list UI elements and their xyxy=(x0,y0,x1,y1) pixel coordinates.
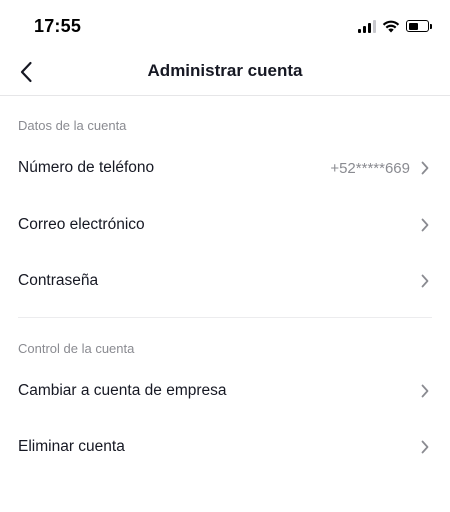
row-email[interactable]: Correo electrónico xyxy=(0,197,450,253)
chevron-right-icon xyxy=(421,218,429,232)
section-header-account-control: Control de la cuenta xyxy=(18,341,135,356)
section-header-account-data: Datos de la cuenta xyxy=(18,118,127,133)
status-time: 17:55 xyxy=(34,16,82,36)
row-phone-number[interactable]: Número de teléfono +52*****669 xyxy=(0,140,450,196)
chevron-right-icon xyxy=(421,440,429,454)
phone-number-value: +52*****669 xyxy=(330,159,410,177)
status-bar: 17:55 xyxy=(0,0,450,52)
nav-bar: Administrar cuenta xyxy=(0,52,450,96)
battery-icon xyxy=(406,20,432,32)
chevron-right-icon xyxy=(421,274,429,288)
chevron-right-icon xyxy=(421,384,429,398)
signal-icon xyxy=(358,19,376,33)
chevron-right-icon xyxy=(421,161,429,175)
section-divider xyxy=(18,317,432,318)
page-title: Administrar cuenta xyxy=(147,61,303,80)
row-label: Contraseña xyxy=(18,272,99,289)
row-label: Cambiar a cuenta de empresa xyxy=(18,382,227,399)
row-password[interactable]: Contraseña xyxy=(0,253,450,309)
row-label: Eliminar cuenta xyxy=(18,438,125,455)
row-delete-account[interactable]: Eliminar cuenta xyxy=(0,419,450,475)
wifi-icon xyxy=(382,20,400,33)
row-label: Número de teléfono xyxy=(18,159,155,176)
row-label: Correo electrónico xyxy=(18,216,145,233)
row-switch-business-account[interactable]: Cambiar a cuenta de empresa xyxy=(0,363,450,419)
status-icons xyxy=(358,16,432,36)
